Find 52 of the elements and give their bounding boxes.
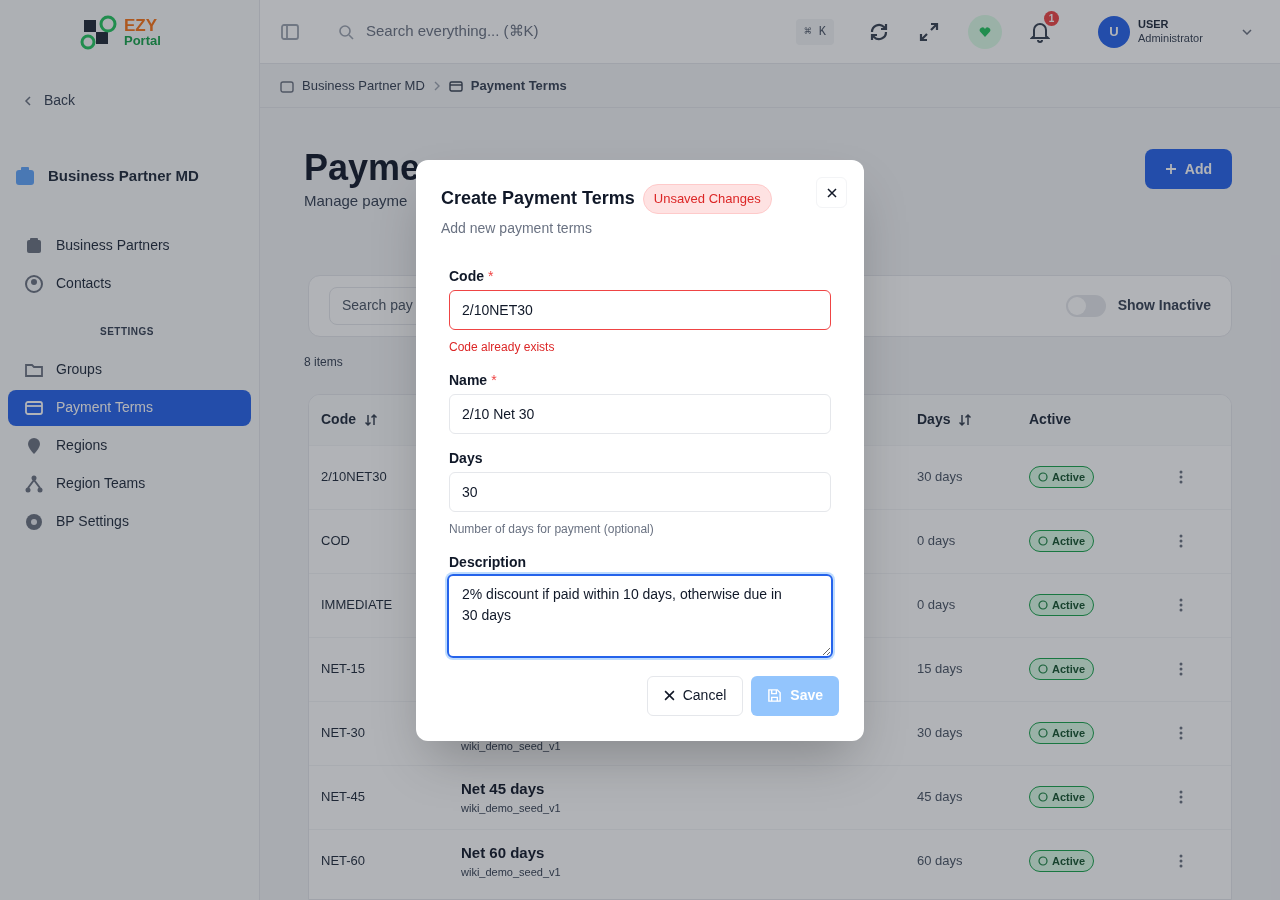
page-title: Payme: [304, 148, 421, 188]
field-hint: Number of days for payment (optional): [449, 520, 655, 538]
table-cell-text: 0 days: [917, 532, 956, 551]
status-badge: Active: [1029, 658, 1095, 680]
dialog-title: Create Payment Terms: [441, 187, 635, 211]
required-mark: *: [491, 370, 497, 390]
status-badge: Unsaved Changes: [642, 184, 772, 214]
table-cell-text: wiki_demo_seed_v1: [461, 865, 561, 880]
table-cell-text: NET-30: [321, 724, 366, 743]
table-cell-text: Net 45 days: [461, 778, 545, 799]
table-cell-text: 30 days: [917, 468, 963, 487]
table-cell-text: 0 days: [917, 596, 956, 615]
table-cell-text: Net 60 days: [461, 842, 545, 863]
table-cell-text: NET-60: [321, 852, 366, 871]
table-cell-text: 30 days: [917, 724, 963, 743]
logo-text: EZY: [124, 17, 159, 34]
column-header: Active: [1029, 410, 1072, 429]
field-label: Name: [449, 370, 488, 390]
status-badge: Active: [1029, 466, 1095, 488]
toggle-label: Show Inactive: [1117, 296, 1211, 315]
table-cell-text: NET-45: [321, 788, 366, 807]
table-cell-text: NET-15: [321, 660, 366, 679]
notification-badge: 1: [1044, 10, 1059, 26]
table-cell-text: wiki_demo_seed_v1: [461, 738, 561, 754]
dialog-subtitle: Add new payment terms: [441, 218, 593, 238]
field-label: Days: [449, 448, 483, 468]
table-cell-text: wiki_demo_seed_v1: [461, 801, 561, 816]
error-message: Code already exists: [449, 338, 556, 356]
status-badge: Active: [1029, 722, 1095, 744]
module-title: Business Partner MD: [48, 166, 199, 186]
section-label: SETTINGS: [100, 325, 154, 337]
field-label: Description: [449, 552, 526, 572]
user-role: Administrator: [1138, 31, 1204, 46]
user-name: USER: [1138, 17, 1170, 32]
table-cell-text: 2/10NET30: [321, 468, 387, 487]
table-cell-text: 15 days: [917, 660, 963, 679]
breadcrumb-current: Payment Terms: [470, 76, 567, 95]
status-badge: Active: [1029, 594, 1095, 616]
field-label: Code: [449, 266, 484, 286]
table-cell-text: 60 days: [917, 852, 963, 871]
table-cell-text: IMMEDIATE: [321, 596, 393, 615]
table-cell-text: 45 days: [917, 788, 963, 807]
logo-text: Portal: [124, 34, 161, 47]
status-badge: Active: [1029, 530, 1095, 552]
page-subtitle: Manage payme: [304, 191, 409, 211]
item-count: 8 items: [304, 353, 343, 371]
shortcut-key: ⌘ K: [796, 18, 834, 45]
status-badge: Active: [1029, 786, 1095, 808]
status-badge: Active: [1029, 850, 1095, 872]
table-cell-text: COD: [321, 532, 350, 551]
avatar: U: [1098, 15, 1130, 48]
required-mark: *: [488, 266, 494, 286]
